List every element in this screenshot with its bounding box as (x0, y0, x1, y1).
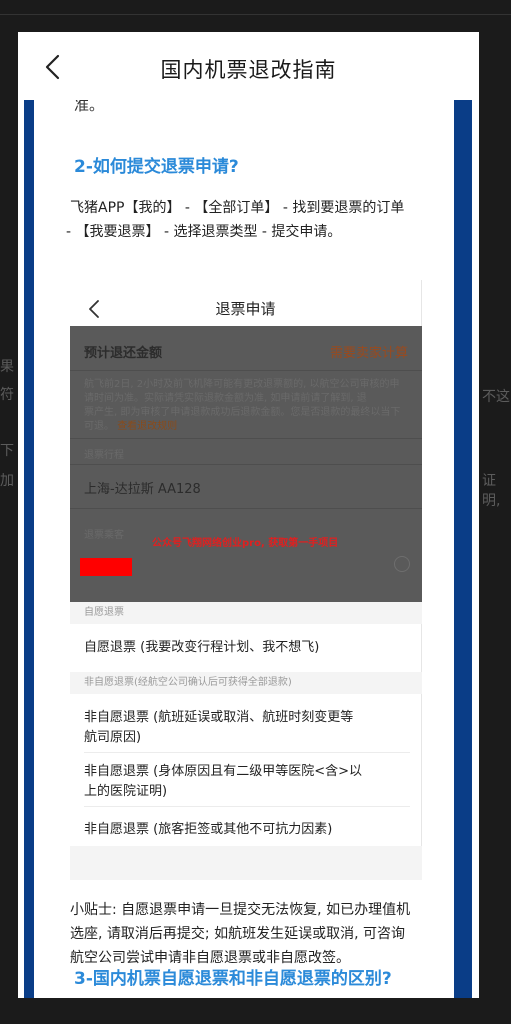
background-text-fragment: 符 (0, 387, 14, 403)
refund-label: 预计退还金额 (84, 346, 163, 361)
screenshot-footer (70, 846, 422, 880)
watermark-text: 公众号飞翔网络创业pro, 获取第一手项目 (152, 538, 339, 549)
option-line: 航司原因) (84, 730, 142, 745)
background-text-fragment: 证明, (482, 473, 501, 509)
option-line: 上的医院证明) (84, 784, 168, 799)
article-content: 准。 2-如何提交退票申请? 飞猪APP【我的】 - 【全部订单】 - 找到要退… (34, 100, 454, 998)
divider (70, 464, 422, 465)
page-title: 国内机票退改指南 (160, 58, 337, 82)
background-text-fragment: 加 (0, 473, 14, 489)
frame-border-right (454, 100, 472, 998)
steps-paragraph: 飞猪APP【我的】 - 【全部订单】 - 找到要退票的订单 - 【我要退票】 -… (66, 196, 450, 244)
tip-paragraph: 小贴士: 自愿退票申请一旦提交无法恢复, 如已办理值机 选座, 请取消后再提交;… (70, 898, 450, 970)
divider (84, 806, 410, 807)
background-text-fragment: 下 (0, 443, 14, 459)
steps-line: - 【我要退票】 - 选择退票类型 - 提交申请。 (66, 224, 342, 240)
route-label: 退票行程 (84, 450, 124, 461)
embedded-screenshot: 退票申请 预计退还金额 需要卖家计算 航飞前2日, 2小时及前飞机降可能有更改退… (70, 280, 422, 880)
screenshot-title: 退票申请 (215, 300, 276, 318)
section-label: 自愿退票 (70, 602, 422, 624)
cut-off-text: 准。 (74, 100, 105, 114)
background-divider (0, 14, 511, 15)
background-text-fragment: 不这 (482, 389, 510, 405)
passenger-label: 退票乘客 (84, 530, 124, 541)
background-text-fragment: 果 (0, 359, 14, 375)
option-voluntary[interactable]: 自愿退票 (我要改变行程计划、我不想飞) (84, 638, 410, 658)
option-involuntary-visa[interactable]: 非自愿退票 (旅客拒签或其他不可抗力因素) (84, 820, 410, 840)
refund-value: 需要卖家计算 (329, 346, 408, 361)
section-heading: 2-如何提交退票申请? (74, 157, 239, 177)
dim-overlay: 预计退还金额 需要卖家计算 航飞前2日, 2小时及前飞机降可能有更改退票额的, … (70, 326, 422, 602)
notice-line: 可退。 查看退改规则 (84, 421, 178, 432)
option-involuntary-health[interactable]: 非自愿退票 (身体原因且有二级甲等医院<含>以 上的医院证明) (84, 762, 410, 802)
rules-link: 查看退改规则 (117, 421, 178, 432)
tip-line: 小贴士: 自愿退票申请一旦提交无法恢复, 如已办理值机 (70, 902, 411, 918)
frame-border-left (24, 100, 34, 998)
option-line: 非自愿退票 (身体原因且有二级甲等医院<含>以 (84, 764, 362, 779)
notice-line: 票产生, 即为审核了申请退款成功后退款金额。您是否退款的最终以当下 (84, 407, 401, 418)
nav-bar: 国内机票退改指南 (18, 32, 479, 100)
section-label: 非自愿退票(经航空公司确认后可获得全部退款) (70, 672, 422, 694)
refund-notice: 航飞前2日, 2小时及前飞机降可能有更改退票额的, 以航空公司审核的申 请时间为… (84, 378, 410, 434)
divider (70, 508, 422, 509)
route-value: 上海-达拉斯 AA128 (84, 482, 201, 497)
option-line: 非自愿退票 (航班延误或取消、航班时刻变更等 (84, 710, 354, 725)
steps-line: 飞猪APP【我的】 - 【全部订单】 - 找到要退票的订单 (70, 200, 405, 216)
tip-line: 选座, 请取消后再提交; 如航班发生延误或取消, 可咨询 (70, 926, 405, 942)
redaction-block (80, 558, 132, 576)
passenger-checkbox (394, 556, 410, 572)
divider (84, 752, 410, 753)
notice-line: 航飞前2日, 2小时及前飞机降可能有更改退票额的, 以航空公司审核的申 (84, 379, 400, 390)
divider (70, 370, 422, 371)
divider (70, 438, 422, 439)
notice-line: 请时间为准。实际请凭实际退款金额为准, 如申请前请了解到, 退 (84, 393, 367, 404)
option-involuntary-flight[interactable]: 非自愿退票 (航班延误或取消、航班时刻变更等 航司原因) (84, 708, 410, 748)
phone-screen: 国内机票退改指南 准。 2-如何提交退票申请? 飞猪APP【我的】 - 【全部订… (18, 32, 479, 998)
section-heading: 3-国内机票自愿退票和非自愿退票的区别? (74, 969, 392, 989)
